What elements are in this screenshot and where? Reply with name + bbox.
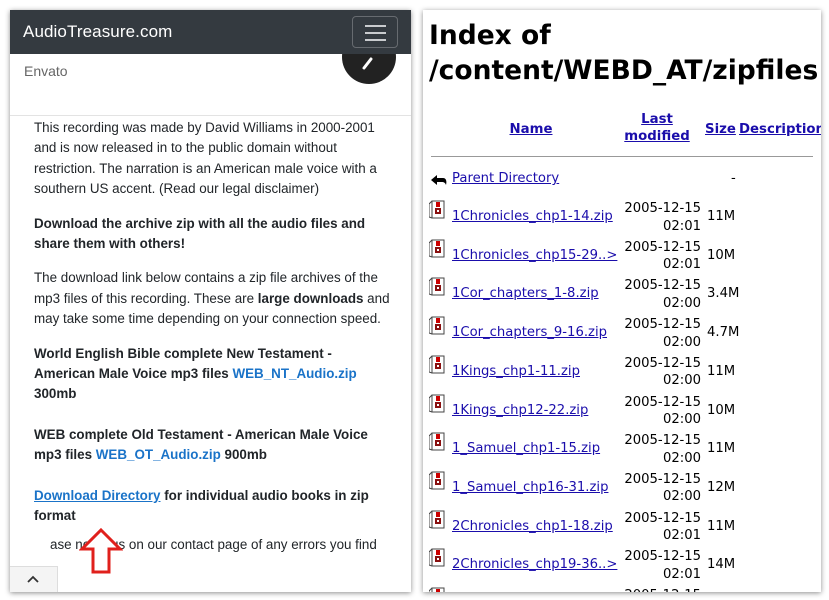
envato-label[interactable]: Envato (24, 63, 68, 79)
column-last-modified[interactable]: Last modified (623, 111, 691, 145)
ot-download: WEB complete Old Testament - American Ma… (34, 426, 368, 463)
zip-file-icon (429, 239, 445, 258)
ot-zip-link[interactable]: WEB_OT_Audio.zip (96, 447, 221, 462)
download-directory-link[interactable]: Download Directory (34, 488, 161, 503)
site-brand[interactable]: AudioTreasure.com (23, 22, 172, 42)
red-arrow-icon (79, 528, 123, 574)
file-modified: 2005-12-15 02:00 (624, 433, 701, 466)
file-link[interactable]: 1Chronicles_chp1-14.zip (452, 209, 613, 224)
file-link[interactable]: 1Chronicles_chp15-29..> (452, 248, 617, 263)
file-modified: 2005-12-15 02:00 (624, 317, 701, 350)
file-row[interactable]: 1Kings_chp12-22.zip 2005-12-15 02:00 10M (423, 392, 821, 431)
file-link[interactable]: 2Chronicles_chp19-36..> (452, 557, 617, 572)
file-row[interactable]: 1Cor_chapters_9-16.zip 2005-12-15 02:00 4… (423, 314, 821, 353)
back-arrow-icon (431, 175, 447, 185)
zip-file-icon (429, 471, 445, 490)
hamburger-icon (365, 25, 386, 27)
file-modified: 2005-12-15 02:01 (624, 239, 701, 273)
file-size: 11M (707, 209, 736, 224)
file-link[interactable]: 1Cor_chapters_1-8.zip (452, 286, 599, 301)
chevron-up-icon (27, 575, 39, 583)
file-link[interactable]: 1Kings_chp12-22.zip (452, 403, 588, 418)
file-row[interactable]: 1Cor_chapters_1-8.zip 2005-12-15 02:00 3.… (423, 275, 821, 314)
file-size: 11M (707, 363, 736, 379)
parent-directory-link[interactable]: Parent Directory (452, 171, 559, 186)
zip-file-icon (429, 548, 445, 567)
header-divider (431, 156, 813, 157)
file-size: 4.7M (707, 325, 740, 341)
directory-download: Download Directory for individual audio … (34, 487, 369, 524)
file-modified: 2005-12-15 02:00 (624, 471, 701, 505)
envato-card: Envato (10, 54, 411, 116)
nt-download: World English Bible complete New Testame… (34, 345, 357, 402)
file-modified: 2005-12-15 02:01 (624, 510, 701, 544)
article-content: This recording was made by David William… (34, 118, 390, 555)
file-link[interactable]: 1_Samuel_chp1-15.zip (452, 441, 600, 456)
file-size: 10M (707, 402, 736, 418)
file-size: 11M (707, 518, 736, 534)
nt-zip-link[interactable]: WEB_NT_Audio.zip (232, 366, 356, 381)
column-name[interactable]: Name (505, 121, 557, 138)
file-row[interactable]: 2Chronicles_chp1-18.zip 2005-12-15 02:01 … (423, 508, 821, 547)
file-row[interactable]: 1Chronicles_chp15-29..> 2005-12-15 02:01 … (423, 237, 821, 276)
file-size: 3.4M (707, 286, 740, 302)
directory-index-page: Index of /content/WEBD_AT/zipfiles Name … (423, 10, 821, 592)
file-link[interactable]: 2Chronicles_chp1-18.zip (452, 519, 613, 534)
file-row[interactable]: 1_Samuel_chp1-15.zip 2005-12-15 02:00 11M (423, 430, 821, 469)
menu-toggle-button[interactable] (352, 16, 398, 48)
file-row[interactable]: 1_Samuel_chp16-31.zip 2005-12-15 02:00 12… (423, 469, 821, 508)
zip-file-icon (429, 587, 445, 592)
zip-file-icon (429, 277, 445, 296)
top-navbar: AudioTreasure.com (10, 10, 411, 54)
file-size: 11M (707, 441, 736, 457)
zip-file-icon (429, 200, 445, 219)
file-modified: 2005-12-15 02:00 (624, 278, 701, 311)
scroll-top-button[interactable] (10, 566, 58, 592)
parent-size: - (731, 171, 736, 186)
recording-info: This recording was made by David William… (34, 120, 377, 197)
file-size: 14M (707, 557, 736, 573)
page-title: Index of /content/WEBD_AT/zipfiles (429, 20, 819, 86)
file-row[interactable]: 1Kings_chp1-11.zip 2005-12-15 02:00 11M (423, 353, 821, 392)
file-modified: 2005-12-15 02:00 (624, 355, 701, 389)
file-modified: 2005-12-15 (621, 587, 701, 592)
column-description[interactable]: Description (739, 121, 821, 138)
zip-file-icon (429, 394, 445, 412)
file-modified: 2005-12-15 02:01 (624, 549, 701, 582)
file-size: 12M (707, 479, 736, 495)
file-link[interactable]: 1_Samuel_chp16-31.zip (452, 480, 608, 495)
audiotreasure-page: AudioTreasure.com Envato This recording … (10, 10, 411, 592)
download-heading: Download the archive zip with all the au… (34, 215, 366, 252)
download-description: The download link below contains a zip f… (34, 270, 390, 327)
file-link[interactable]: 1Kings_chp1-11.zip (452, 364, 580, 379)
zip-file-icon (429, 432, 445, 451)
file-size: 10M (707, 247, 736, 263)
file-row[interactable]: 2005-12-15 (423, 585, 821, 592)
file-modified: 2005-12-15 02:01 (624, 201, 701, 234)
file-link[interactable]: 1Cor_chapters_9-16.zip (452, 325, 607, 340)
zip-file-icon (429, 316, 445, 335)
zip-file-icon (429, 355, 445, 374)
zip-file-icon (429, 510, 445, 529)
file-modified: 2005-12-15 02:00 (624, 394, 701, 428)
file-row[interactable]: 1Chronicles_chp1-14.zip 2005-12-15 02:01 … (423, 198, 821, 237)
column-size[interactable]: Size (705, 121, 736, 138)
file-row[interactable]: 2Chronicles_chp19-36..> 2005-12-15 02:01 … (423, 546, 821, 585)
